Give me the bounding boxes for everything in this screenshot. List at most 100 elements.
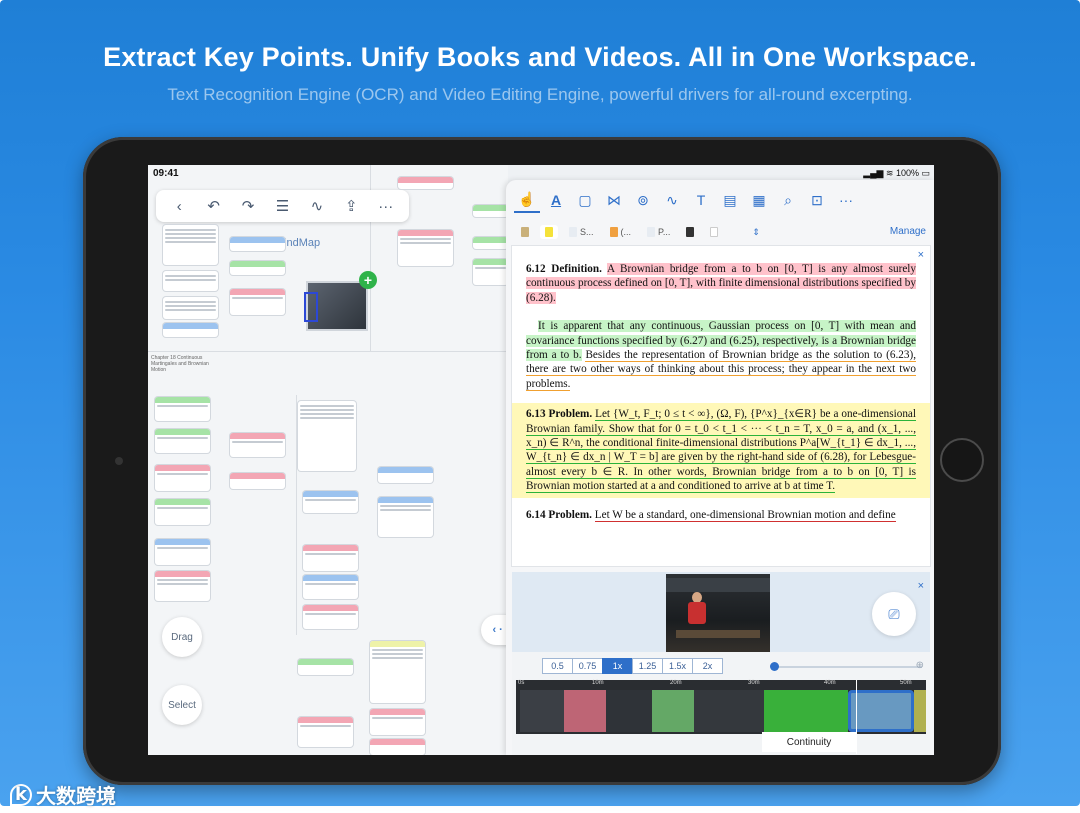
chapter-heading[interactable]: Chapter 18 Continuous Martingales and Br… bbox=[151, 355, 211, 373]
speed-option[interactable]: 1.25 bbox=[632, 658, 663, 674]
speed-option[interactable]: 1.5x bbox=[662, 658, 693, 674]
tab-video[interactable] bbox=[681, 225, 699, 239]
watermark-text: 大数跨境 bbox=[35, 784, 116, 808]
mindmap-node[interactable] bbox=[370, 739, 425, 755]
mindmap-node[interactable] bbox=[398, 177, 453, 189]
mindmap-node[interactable] bbox=[230, 289, 285, 315]
mindmap-node[interactable] bbox=[298, 659, 353, 675]
mindmap-canvas[interactable]: 09:41 ‹ ↶ ↷ ☰ ∿ ⇪ ··· Main MindMap + Cha… bbox=[148, 165, 508, 755]
ocr-icon[interactable]: ▤ bbox=[717, 187, 743, 213]
mindmap-node[interactable] bbox=[155, 465, 210, 491]
manage-tabs-button[interactable]: Manage bbox=[890, 226, 926, 237]
add-icon[interactable]: + bbox=[359, 271, 377, 289]
mindmap-node[interactable] bbox=[230, 261, 285, 275]
magic-select-icon[interactable]: ⊚ bbox=[630, 187, 656, 213]
mindmap-node[interactable] bbox=[303, 605, 358, 629]
speed-option[interactable]: 1x bbox=[602, 658, 633, 674]
front-camera bbox=[115, 457, 123, 465]
mindmap-node[interactable] bbox=[398, 230, 453, 266]
video-player[interactable] bbox=[666, 574, 770, 652]
clip-selection[interactable] bbox=[848, 690, 914, 732]
mindmap-node[interactable] bbox=[163, 271, 218, 291]
tab-paren[interactable]: (... bbox=[605, 225, 637, 239]
excerpt-underline-orange[interactable]: Besides the representation of Brownian b… bbox=[526, 349, 917, 391]
tab-blank[interactable] bbox=[705, 225, 723, 239]
excerpt-underline-red[interactable]: Let W be a standard, one-dimensional Bro… bbox=[594, 508, 896, 522]
lasso-icon[interactable]: ⋈ bbox=[601, 187, 627, 213]
speed-option[interactable]: 0.75 bbox=[572, 658, 603, 674]
text-highlight-icon[interactable]: A bbox=[543, 187, 569, 213]
zoom-slider-track[interactable] bbox=[772, 666, 922, 668]
tab-sort-icon[interactable]: ⇕ bbox=[747, 225, 765, 240]
timeline-tick: 0s bbox=[518, 680, 525, 686]
text-box-icon[interactable]: T bbox=[688, 187, 714, 213]
chalkboard bbox=[666, 578, 770, 592]
mindmap-node[interactable] bbox=[163, 323, 218, 337]
mindmap-node[interactable] bbox=[163, 297, 218, 319]
tab-p[interactable]: P... bbox=[642, 225, 675, 239]
rectangle-select-icon[interactable]: ▢ bbox=[572, 187, 598, 213]
mindmap-node[interactable] bbox=[378, 467, 433, 483]
mindmap-node[interactable] bbox=[163, 225, 218, 265]
mindmap-node[interactable] bbox=[303, 491, 358, 513]
select-button[interactable]: Select bbox=[162, 685, 202, 725]
mindmap-node[interactable] bbox=[378, 497, 433, 537]
drag-button[interactable]: Drag bbox=[162, 617, 202, 657]
redo-icon[interactable]: ↷ bbox=[237, 195, 259, 217]
mindmap-node[interactable] bbox=[155, 429, 210, 453]
more-icon[interactable]: ··· bbox=[833, 187, 859, 213]
undo-icon[interactable]: ↶ bbox=[203, 195, 225, 217]
back-icon[interactable]: ‹ bbox=[168, 195, 190, 217]
clip-highlight-green[interactable] bbox=[652, 690, 694, 732]
mindmap-node[interactable] bbox=[303, 545, 358, 571]
pdf-page[interactable]: × 6.12 Definition. A Brownian bridge fro… bbox=[512, 246, 930, 566]
mindmap-node[interactable] bbox=[473, 237, 508, 249]
outline-list-icon[interactable]: ☰ bbox=[271, 195, 293, 217]
close-video-icon[interactable]: × bbox=[918, 580, 924, 592]
headline: Extract Key Points. Unify Books and Vide… bbox=[103, 42, 977, 72]
search-icon[interactable]: ⌕ bbox=[775, 187, 801, 213]
pen-icon[interactable]: ∿ bbox=[659, 187, 685, 213]
zoom-slider-knob[interactable] bbox=[770, 662, 779, 671]
timeline-frame bbox=[914, 690, 926, 732]
screen-capture-icon[interactable]: ⎚ bbox=[872, 592, 916, 636]
clip-highlight-green[interactable] bbox=[764, 690, 848, 732]
watermark-logo-icon: k bbox=[10, 783, 32, 806]
pen-squiggle-icon[interactable]: ∿ bbox=[306, 195, 328, 217]
home-button[interactable] bbox=[940, 438, 984, 482]
problem-text: Let {W_t, F_t; 0 ≤ t < ∞}, (Ω, F), {P^x}… bbox=[526, 408, 916, 494]
app-screen: 09:41 ‹ ↶ ↷ ☰ ∿ ⇪ ··· Main MindMap + Cha… bbox=[148, 165, 934, 755]
more-icon[interactable]: ··· bbox=[375, 195, 397, 217]
tab-s[interactable]: S... bbox=[564, 225, 599, 239]
close-icon[interactable]: × bbox=[918, 248, 924, 262]
document-icon[interactable]: ▦ bbox=[746, 187, 772, 213]
video-editor: × ⎚ 0.5 0.75 1x 1.25 1.5x 2x ⊕ 0s 10m 20m 30m… bbox=[512, 572, 930, 755]
continuity-label[interactable]: Continuity bbox=[762, 732, 856, 752]
tab-book[interactable] bbox=[516, 225, 534, 239]
share-icon[interactable]: ⇪ bbox=[340, 195, 362, 217]
speed-option[interactable]: 2x bbox=[692, 658, 723, 674]
mindmap-node[interactable] bbox=[155, 397, 210, 421]
mindmap-node[interactable] bbox=[230, 433, 285, 457]
mindmap-node[interactable] bbox=[473, 205, 508, 217]
mindmap-node[interactable] bbox=[230, 237, 285, 251]
mindmap-node[interactable] bbox=[298, 717, 353, 747]
watermark: k 大数跨境 bbox=[10, 780, 116, 809]
speed-option[interactable]: 0.5 bbox=[542, 658, 573, 674]
mindmap-node[interactable] bbox=[155, 571, 210, 601]
clip-highlight-red[interactable] bbox=[564, 690, 606, 732]
mindmap-node[interactable] bbox=[303, 575, 358, 599]
mindmap-node[interactable] bbox=[473, 259, 508, 285]
mindmap-node[interactable] bbox=[155, 499, 210, 525]
excerpt-highlight-yellow[interactable]: 6.13 Problem. Let {W_t, F_t; 0 ≤ t < ∞},… bbox=[512, 403, 930, 498]
tab-notes[interactable] bbox=[540, 225, 558, 239]
mindmap-node[interactable] bbox=[155, 539, 210, 565]
mindmap-node[interactable] bbox=[370, 641, 425, 703]
mindmap-node[interactable] bbox=[230, 473, 285, 489]
bookmark-icon[interactable]: ⊡ bbox=[804, 187, 830, 213]
tab-label: P... bbox=[658, 227, 671, 237]
mindmap-node[interactable] bbox=[298, 401, 356, 471]
timeline-playhead[interactable] bbox=[856, 680, 857, 754]
pointer-hand-icon[interactable]: ☝ bbox=[514, 187, 540, 213]
mindmap-node[interactable] bbox=[370, 709, 425, 735]
